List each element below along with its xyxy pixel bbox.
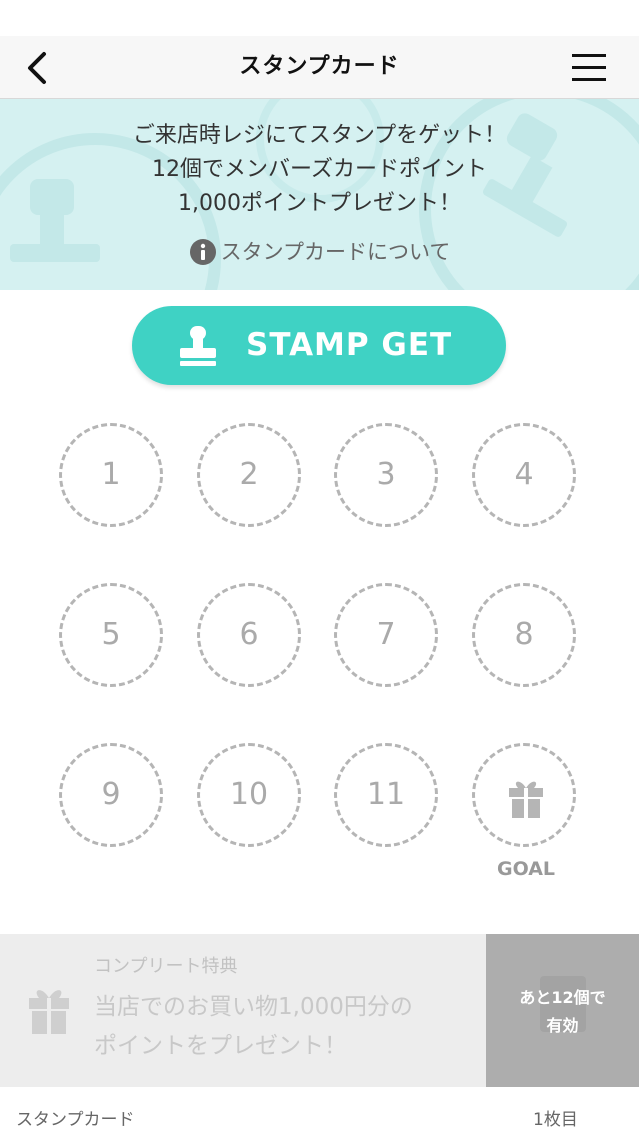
stamp-slot-1: 1 [59, 423, 163, 527]
nav-bar: スタンプカード [0, 36, 639, 99]
info-icon [189, 239, 216, 265]
banner-line: 12個でメンバーズカードポイント [152, 157, 487, 182]
remaining-status: あと12個で 有効 [486, 934, 639, 1087]
complete-line: 当店でのお買い物1,000円分の [94, 994, 413, 1020]
stamp-slot-goal [472, 743, 576, 847]
stamp-slot-11: 11 [334, 743, 438, 847]
stamp-slot-7: 7 [334, 583, 438, 687]
about-stamp-card-link[interactable]: スタンプカードについて [0, 236, 639, 266]
footer: スタンプカード 1枚目 [0, 1087, 639, 1136]
stamp-slot-4: 4 [472, 423, 576, 527]
stamp-slot-9: 9 [59, 743, 163, 847]
gift-icon [509, 781, 543, 818]
complete-description: 当店でのお買い物1,000円分の ポイントをプレゼント！ [94, 988, 474, 1066]
card-count: 1枚目 [533, 1110, 578, 1130]
banner-line: 1,000ポイントプレゼント！ [178, 191, 461, 216]
goal-label: GOAL [496, 858, 556, 880]
gift-icon [29, 990, 69, 1034]
card-name-label: スタンプカード [16, 1110, 135, 1130]
status-bar [0, 0, 639, 36]
stamp-get-label: STAMP GET [246, 327, 453, 363]
banner-line: ご来店時レジにてスタンプをゲット！ [132, 123, 507, 148]
about-link-label: スタンプカードについて [220, 240, 451, 264]
banner-message: ご来店時レジにてスタンプをゲット！ 12個でメンバーズカードポイント 1,000… [0, 119, 639, 221]
remaining-line: あと12個で [519, 988, 606, 1007]
stamp-icon [180, 326, 216, 366]
menu-button[interactable] [566, 48, 612, 88]
stamp-slot-2: 2 [197, 423, 301, 527]
stamp-slot-3: 3 [334, 423, 438, 527]
stamp-slot-6: 6 [197, 583, 301, 687]
remaining-text: あと12個で 有効 [486, 984, 639, 1040]
info-banner: ご来店時レジにてスタンプをゲット！ 12個でメンバーズカードポイント 1,000… [0, 99, 639, 290]
complete-heading: コンプリート特典 [94, 956, 238, 977]
hamburger-menu-icon [572, 54, 606, 81]
stamp-slot-8: 8 [472, 583, 576, 687]
stamp-slot-5: 5 [59, 583, 163, 687]
page-title: スタンプカード [239, 54, 400, 79]
stamp-get-button[interactable]: STAMP GET [132, 306, 506, 385]
remaining-line: 有効 [546, 1016, 579, 1035]
stamp-slot-10: 10 [197, 743, 301, 847]
complete-line: ポイントをプレゼント！ [94, 1033, 347, 1059]
